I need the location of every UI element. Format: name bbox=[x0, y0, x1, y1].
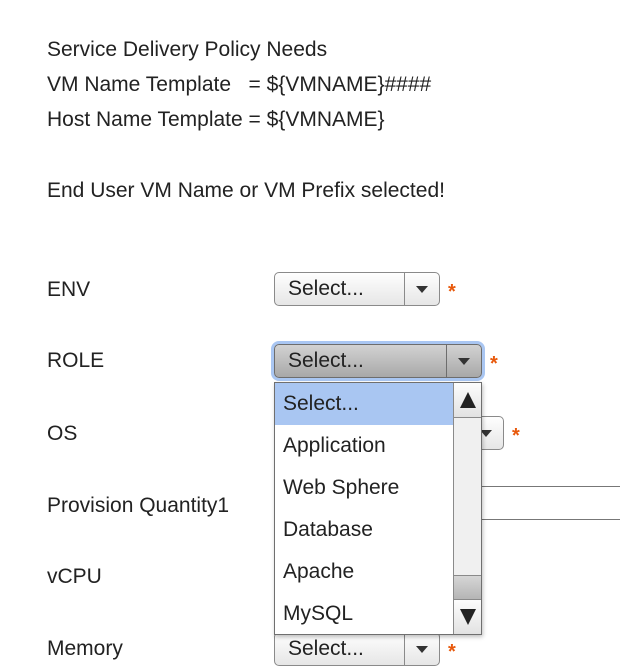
memory-label: Memory bbox=[47, 637, 123, 660]
role-select[interactable]: Select... bbox=[274, 344, 482, 378]
chevron-down-icon bbox=[416, 285, 428, 293]
vm-name-template: VM Name Template = ${VMNAME}#### bbox=[47, 73, 432, 96]
option-web-sphere[interactable]: Web Sphere bbox=[275, 467, 453, 509]
option-select[interactable]: Select... bbox=[275, 383, 453, 425]
scroll-down-button[interactable] bbox=[454, 599, 481, 634]
host-name-template: Host Name Template = ${VMNAME} bbox=[47, 108, 385, 131]
option-application[interactable]: Application bbox=[275, 425, 453, 467]
option-mysql[interactable]: MySQL bbox=[275, 593, 453, 634]
role-options-list[interactable]: Select... Application Web Sphere Databas… bbox=[274, 382, 482, 635]
policy-title: Service Delivery Policy Needs bbox=[47, 38, 328, 61]
option-database[interactable]: Database bbox=[275, 509, 453, 551]
memory-dropdown-button[interactable] bbox=[404, 633, 439, 665]
asterisk-icon: * bbox=[490, 353, 498, 375]
vcpu-label: vCPU bbox=[47, 565, 102, 588]
provision-quantity-input[interactable] bbox=[480, 486, 620, 520]
scroll-up-icon bbox=[459, 392, 476, 408]
role-label: ROLE bbox=[47, 349, 105, 372]
scroll-down-icon bbox=[459, 609, 476, 625]
option-apache[interactable]: Apache bbox=[275, 551, 453, 593]
env-dropdown-button[interactable] bbox=[404, 273, 439, 305]
role-select-value: Select... bbox=[288, 349, 364, 372]
role-dropdown-button[interactable] bbox=[446, 345, 481, 377]
memory-select-value: Select... bbox=[288, 637, 364, 660]
list-scrollbar[interactable] bbox=[453, 383, 481, 634]
selection-notice: End User VM Name or VM Prefix selected! bbox=[47, 179, 445, 202]
asterisk-icon: * bbox=[448, 281, 456, 303]
chevron-down-icon bbox=[458, 357, 470, 365]
scrollbar-thumb[interactable] bbox=[454, 575, 481, 600]
env-select-value: Select... bbox=[288, 277, 364, 300]
asterisk-icon: * bbox=[448, 641, 456, 663]
env-select[interactable]: Select... bbox=[274, 272, 440, 306]
scroll-up-button[interactable] bbox=[454, 383, 481, 418]
os-label: OS bbox=[47, 422, 78, 445]
chevron-down-icon bbox=[416, 645, 428, 653]
env-label: ENV bbox=[47, 278, 91, 301]
memory-select[interactable]: Select... bbox=[274, 632, 440, 666]
provision-quantity-label: Provision Quantity1 bbox=[47, 494, 230, 517]
asterisk-icon: * bbox=[512, 425, 520, 447]
